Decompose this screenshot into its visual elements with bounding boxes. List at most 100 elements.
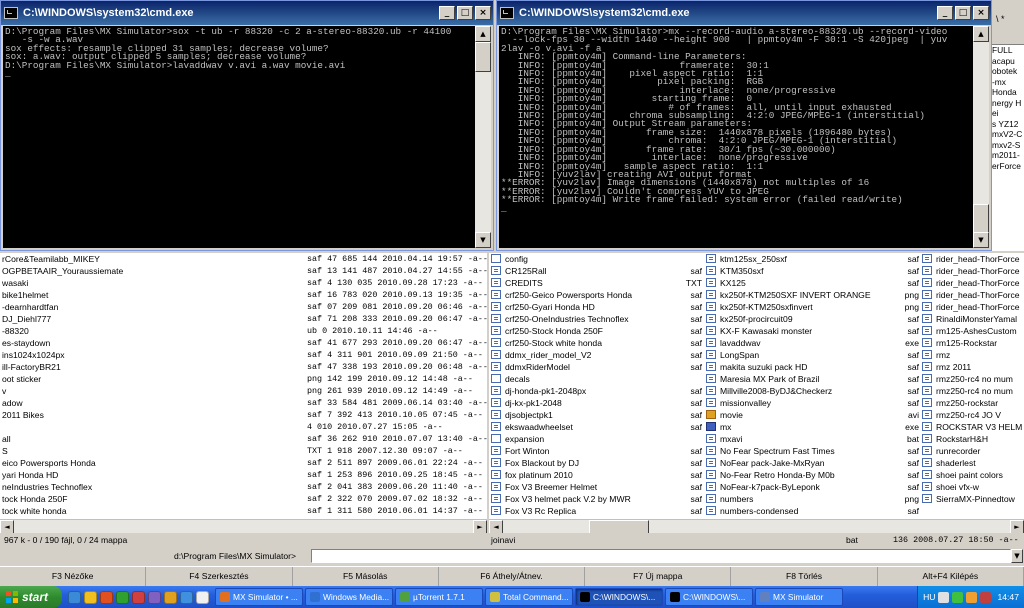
file-row[interactable]: kx250f-procircuit09 saf	[706, 313, 920, 325]
file-row[interactable]: ddmxRiderModel saf	[491, 361, 703, 373]
file-row[interactable]: config	[491, 253, 703, 265]
file-list-left[interactable]: rCore&Teamilabb_MIKEY saf 47 685 144 2010…	[0, 253, 487, 529]
file-row[interactable]: KTM350sxf saf	[706, 265, 920, 277]
app-icon[interactable]	[196, 590, 209, 604]
file-row[interactable]: wasaki saf 4 130 035 2010.09.28 17:23 -a-…	[0, 277, 487, 289]
file-row[interactable]: ROCKSTAR V3 HELM	[922, 421, 1024, 433]
file-row[interactable]: rmz 2011	[922, 361, 1024, 373]
file-row[interactable]: neIndustries Technoflex saf 2 041 383 200…	[0, 481, 487, 493]
file-row[interactable]: eico Powersports Honda saf 2 511 897 2009…	[0, 457, 487, 469]
file-column-2[interactable]: ktm125sx_250sxf saf KTM350sxf saf KX125 saf kx…	[706, 253, 920, 519]
file-row[interactable]: adow saf 33 584 481 2009.06.14 03:40 -a--	[0, 397, 487, 409]
cmd-window-left[interactable]: C:\WINDOWS\system32\cmd.exe _ □ × D:\Pro…	[0, 0, 494, 251]
file-row[interactable]: SierraMX-Pinnedtow	[922, 493, 1024, 505]
start-button[interactable]: start	[0, 586, 62, 608]
taskbar-button[interactable]: Total Command...	[485, 588, 573, 606]
file-row[interactable]: CR125Rall saf	[491, 265, 703, 277]
file-row[interactable]: Maresia MX Park of Brazil saf	[706, 373, 920, 385]
file-row[interactable]: rmz250-rockstar	[922, 397, 1024, 409]
f7-new-folder-button[interactable]: F7 Új mappa	[585, 567, 732, 586]
file-row[interactable]: RinaldiMonsterYamal	[922, 313, 1024, 325]
scroll-left-icon[interactable]: ◄	[489, 520, 503, 533]
file-row[interactable]: ins1024x1024px saf 4 311 901 2010.09.09 2…	[0, 349, 487, 361]
file-row[interactable]: ill-FactoryBR21 saf 47 338 193 2010.09.20…	[0, 361, 487, 373]
file-row[interactable]: dj-kx-pk1-2048 saf	[491, 397, 703, 409]
file-row[interactable]: decals	[491, 373, 703, 385]
file-row[interactable]: -dearnhardtfan saf 07 209 081 2010.09.20 …	[0, 301, 487, 313]
scroll-down-icon[interactable]: ▼	[973, 232, 989, 248]
file-row[interactable]: crf250-Stock Honda 250F saf	[491, 325, 703, 337]
cmd-titlebar-left[interactable]: C:\WINDOWS\system32\cmd.exe _ □ ×	[1, 1, 493, 25]
file-row[interactable]: ktm125sx_250sxf saf	[706, 253, 920, 265]
file-row[interactable]: djsobjectpk1 saf	[491, 409, 703, 421]
app-icon[interactable]	[180, 590, 193, 604]
alt-f4-exit-button[interactable]: Alt+F4 Kilépés	[878, 567, 1024, 586]
file-row[interactable]: LongSpan saf	[706, 349, 920, 361]
file-row[interactable]: rmz250-rc4 no mum	[922, 385, 1024, 397]
clock[interactable]: 14:47	[997, 592, 1019, 602]
file-row[interactable]: Fort Winton saf	[491, 445, 703, 457]
file-column-3[interactable]: rider_head-ThorForce rider_head-ThorForce…	[922, 253, 1024, 519]
file-row[interactable]: makita suzuki pack HD saf	[706, 361, 920, 373]
file-row[interactable]: shoei vfx-w	[922, 481, 1024, 493]
horizontal-scrollbar-right[interactable]: ◄ ►	[489, 519, 1024, 533]
file-row[interactable]: -88320 ub 0 2010.10.11 14:46 -a--	[0, 325, 487, 337]
console-output-left[interactable]: D:\Program Files\MX Simulator>sox -t ub …	[3, 26, 475, 248]
file-row[interactable]: Fox V3 Breemer Helmet saf	[491, 481, 703, 493]
scroll-right-icon[interactable]: ►	[473, 520, 487, 533]
cmd-window-right[interactable]: C:\WINDOWS\system32\cmd.exe _ □ × D:\Pro…	[496, 0, 992, 251]
file-row[interactable]: missionvalley saf	[706, 397, 920, 409]
file-row[interactable]: ekswaadwheelset saf	[491, 421, 703, 433]
minimize-button[interactable]: _	[439, 6, 455, 20]
file-row[interactable]: oot sticker png 142 199 2010.09.12 14:48 …	[0, 373, 487, 385]
file-row[interactable]: S TXT 1 918 2007.12.30 09:07 -a--	[0, 445, 487, 457]
file-row[interactable]: NoFear-k7pack-ByLeponk saf	[706, 481, 920, 493]
scroll-thumb[interactable]	[475, 42, 491, 72]
file-row[interactable]: No Fear Spectrum Fast Times saf	[706, 445, 920, 457]
file-row[interactable]: KX125 saf	[706, 277, 920, 289]
tray-icon[interactable]	[952, 591, 964, 603]
file-row[interactable]: 4 010 2010.07.27 15:05 -a--	[0, 421, 487, 433]
file-row[interactable]: mx exe	[706, 421, 920, 433]
firefox-icon[interactable]	[100, 590, 113, 604]
taskbar-button[interactable]: Windows Media...	[305, 588, 393, 606]
file-row[interactable]: rider_head-ThorForce	[922, 253, 1024, 265]
file-column-1[interactable]: config CR125Rall saf CREDITS TXT crf250-Geico…	[491, 253, 703, 519]
file-row[interactable]: numbers png	[706, 493, 920, 505]
explorer-icon[interactable]	[84, 590, 97, 604]
file-row[interactable]: rmz250-rc4 JO V	[922, 409, 1024, 421]
file-panel-right[interactable]: config CR125Rall saf CREDITS TXT crf250-Geico…	[489, 253, 1024, 533]
maximize-button[interactable]: □	[955, 6, 971, 20]
file-row[interactable]: Fox V3 helmet pack V.2 by MWR saf	[491, 493, 703, 505]
file-row[interactable]: tock Honda 250F saf 2 322 070 2009.07.02 …	[0, 493, 487, 505]
file-row[interactable]: rm125-Rockstar	[922, 337, 1024, 349]
file-row[interactable]: No-Fear Retro Honda-By M0b saf	[706, 469, 920, 481]
taskbar-button[interactable]: C:\WINDOWS\...	[575, 588, 663, 606]
horizontal-scrollbar-left[interactable]: ◄ ►	[0, 519, 487, 533]
scroll-up-icon[interactable]: ▲	[973, 26, 989, 42]
file-row[interactable]: dj-honda-pk1-2048px saf	[491, 385, 703, 397]
app-icon[interactable]	[132, 590, 145, 604]
file-row[interactable]: ddmx_rider_model_V2 saf	[491, 349, 703, 361]
taskbar-button[interactable]: MX Simulator	[755, 588, 843, 606]
file-row[interactable]: shoei paint colors	[922, 469, 1024, 481]
file-row[interactable]: yari Honda HD saf 1 253 896 2010.09.25 18…	[0, 469, 487, 481]
file-row[interactable]: kx250f-KTM250SXF INVERT ORANGE png	[706, 289, 920, 301]
file-row[interactable]: expansion	[491, 433, 703, 445]
file-row[interactable]: KX-F Kawasaki monster saf	[706, 325, 920, 337]
file-row[interactable]: CREDITS TXT	[491, 277, 703, 289]
taskbar-button[interactable]: µTorrent 1.7.1	[395, 588, 483, 606]
file-row[interactable]: kx250f-KTM250sxfinvert png	[706, 301, 920, 313]
file-row[interactable]: NoFear pack-Jake-MxRyan saf	[706, 457, 920, 469]
file-row[interactable]: tock white honda saf 1 311 580 2010.06.01…	[0, 505, 487, 517]
vertical-scrollbar-right[interactable]: ▲ ▼	[973, 26, 989, 248]
file-row[interactable]: DJ_Diehl777 saf 71 208 333 2010.09.20 06:…	[0, 313, 487, 325]
f5-copy-button[interactable]: F5 Másolás	[293, 567, 439, 586]
file-row[interactable]: 2011 Bikes saf 7 392 413 2010.10.05 07:45…	[0, 409, 487, 421]
file-row[interactable]: RockstarH&H	[922, 433, 1024, 445]
file-row[interactable]: es-staydown saf 41 677 293 2010.09.20 06:…	[0, 337, 487, 349]
file-row[interactable]: all saf 36 262 910 2010.07.07 13:40 -a--	[0, 433, 487, 445]
file-row[interactable]: rider_head-ThorForce	[922, 265, 1024, 277]
vertical-scrollbar-left[interactable]: ▲ ▼	[475, 26, 491, 248]
file-row[interactable]: Fox Blackout by DJ saf	[491, 457, 703, 469]
